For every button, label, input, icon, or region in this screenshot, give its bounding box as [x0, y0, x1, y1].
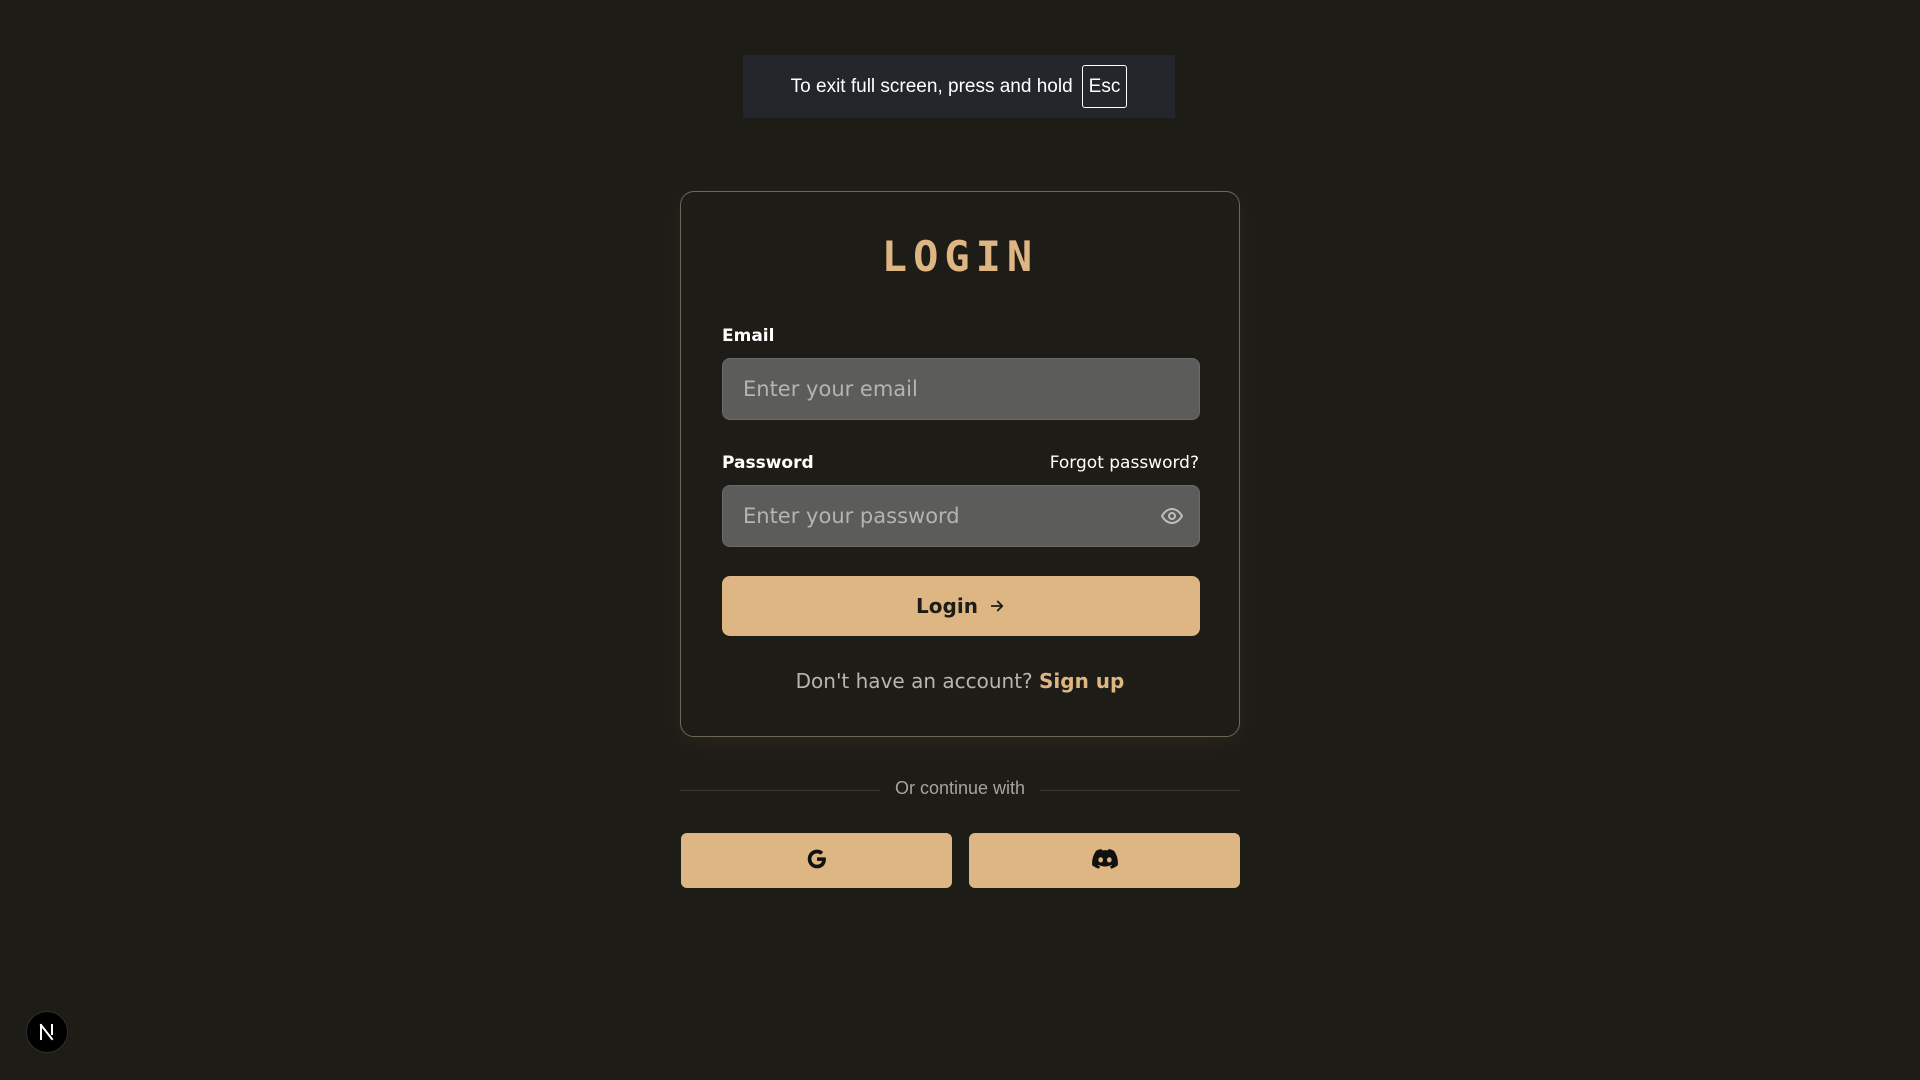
password-input[interactable]	[723, 486, 1159, 546]
signup-prompt: Don't have an account? Sign up	[681, 669, 1239, 693]
login-title: LOGIN	[881, 232, 1039, 281]
eye-icon[interactable]	[1159, 503, 1185, 529]
login-button-label: Login	[916, 594, 978, 618]
signup-prompt-text: Don't have an account?	[795, 669, 1033, 693]
password-field-wrapper	[722, 485, 1200, 547]
email-input[interactable]	[723, 359, 1199, 419]
password-label: Password	[722, 453, 814, 473]
forgot-password-link[interactable]: Forgot password?	[1050, 453, 1199, 473]
fullscreen-exit-banner: To exit full screen, press and hold Esc	[743, 55, 1175, 118]
divider-line-right	[1040, 790, 1240, 791]
login-card: LOGIN Email Password Forgot password? Lo…	[680, 191, 1240, 737]
discord-login-button[interactable]	[969, 833, 1240, 888]
fullscreen-banner-text: To exit full screen, press and hold	[790, 75, 1073, 97]
esc-key-hint: Esc	[1081, 65, 1128, 108]
nextjs-n-icon[interactable]	[26, 1011, 68, 1053]
google-login-button[interactable]	[681, 833, 952, 888]
arrow-right-icon	[988, 597, 1006, 615]
signup-link[interactable]: Sign up	[1039, 669, 1124, 693]
email-label: Email	[722, 326, 775, 346]
login-button[interactable]: Login	[722, 576, 1200, 636]
email-field-wrapper	[722, 358, 1200, 420]
social-divider: Or continue with	[680, 778, 1240, 802]
discord-icon	[1091, 848, 1118, 873]
divider-text: Or continue with	[894, 778, 1026, 798]
google-icon	[806, 848, 828, 874]
